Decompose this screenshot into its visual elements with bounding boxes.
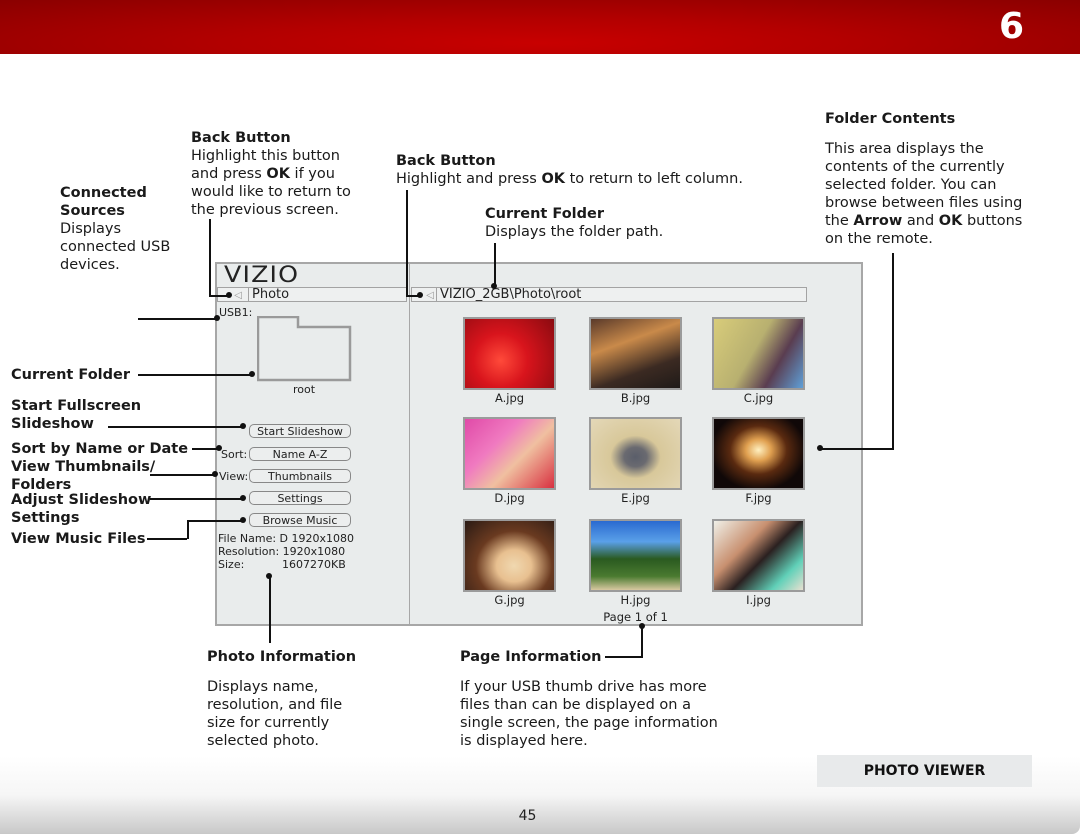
thumbnail-caption: F.jpg xyxy=(745,491,772,505)
folder-icon[interactable] xyxy=(257,316,353,382)
label-adjust-slideshow: Adjust Slideshow Settings xyxy=(11,492,152,526)
annotation-photo-information: Photo Information Displays name, resolut… xyxy=(207,649,357,749)
source-usb1[interactable]: USB1: xyxy=(219,306,252,319)
resolution-info: Resolution: 1920x1080 xyxy=(218,545,346,558)
left-path-text: Photo xyxy=(252,287,290,302)
annotation-back-button-right: Back Button Highlight and press OK to re… xyxy=(396,153,743,187)
view-select[interactable]: Thumbnails xyxy=(249,469,351,483)
thumbnail-e[interactable] xyxy=(589,417,682,490)
chapter-header-bar: 6 xyxy=(0,0,1080,54)
folder-name: root xyxy=(292,383,316,396)
settings-button[interactable]: Settings xyxy=(249,491,351,505)
folder-path-text: VIZIO_2GB\Photo\root xyxy=(440,287,582,302)
annotation-connected-sources: Connected Sources Displays connected USB… xyxy=(60,185,171,273)
thumbnail-h[interactable] xyxy=(589,519,682,592)
view-label: View: xyxy=(219,470,249,483)
thumbnail-i[interactable] xyxy=(712,519,805,592)
sort-label: Sort: xyxy=(221,448,248,461)
thumbnail-b[interactable] xyxy=(589,317,682,390)
annotation-folder-contents: Folder Contents This area displays the c… xyxy=(825,111,1023,247)
thumbnail-caption: A.jpg xyxy=(494,391,525,405)
page-info: Page 1 of 1 xyxy=(603,610,668,624)
annotation-current-folder-path: Current Folder Displays the folder path. xyxy=(485,206,664,240)
thumbnail-a[interactable] xyxy=(463,317,556,390)
back-arrow-icon: ◁ xyxy=(426,290,434,301)
left-path-bar: ◁ Photo xyxy=(217,287,407,302)
label-view: View Thumbnails/ Folders xyxy=(11,459,156,493)
chapter-number: 6 xyxy=(998,6,1024,47)
browse-music-button[interactable]: Browse Music xyxy=(249,513,351,527)
sort-select[interactable]: Name A-Z xyxy=(249,447,351,461)
label-view-music: View Music Files xyxy=(11,531,146,547)
thumbnail-caption: E.jpg xyxy=(621,491,650,505)
vizio-logo: VIZIO xyxy=(224,263,300,288)
thumbnail-caption: I.jpg xyxy=(746,593,771,607)
thumbnail-caption: D.jpg xyxy=(494,491,525,505)
label-start-fullscreen: Start Fullscreen Slideshow xyxy=(11,398,142,432)
annotation-back-button-left: Back Button Highlight this button and pr… xyxy=(191,130,351,218)
page-number: 45 xyxy=(518,808,537,824)
file-name-info: File Name: D 1920x1080 xyxy=(218,532,355,545)
size-value: 1607270KB xyxy=(282,558,346,571)
label-sort: Sort by Name or Date xyxy=(11,441,189,457)
section-tag: PHOTO VIEWER xyxy=(817,755,1032,787)
label-current-folder: Current Folder xyxy=(11,367,131,383)
thumbnail-g[interactable] xyxy=(463,519,556,592)
column-divider xyxy=(409,263,410,625)
back-arrow-icon: ◁ xyxy=(234,290,242,301)
thumbnail-caption: C.jpg xyxy=(743,391,774,405)
thumbnail-c[interactable] xyxy=(712,317,805,390)
thumbnail-caption: B.jpg xyxy=(620,391,651,405)
start-slideshow-button[interactable]: Start Slideshow xyxy=(249,424,351,438)
right-path-bar: ◁ VIZIO_2GB\Photo\root xyxy=(411,287,807,302)
thumbnail-caption: H.jpg xyxy=(620,593,651,607)
thumbnail-caption: G.jpg xyxy=(494,593,525,607)
annotation-page-information: Page Information If your USB thumb drive… xyxy=(460,649,718,749)
size-label: Size: xyxy=(218,558,245,571)
thumbnail-d[interactable] xyxy=(463,417,556,490)
thumbnail-f[interactable] xyxy=(712,417,805,490)
